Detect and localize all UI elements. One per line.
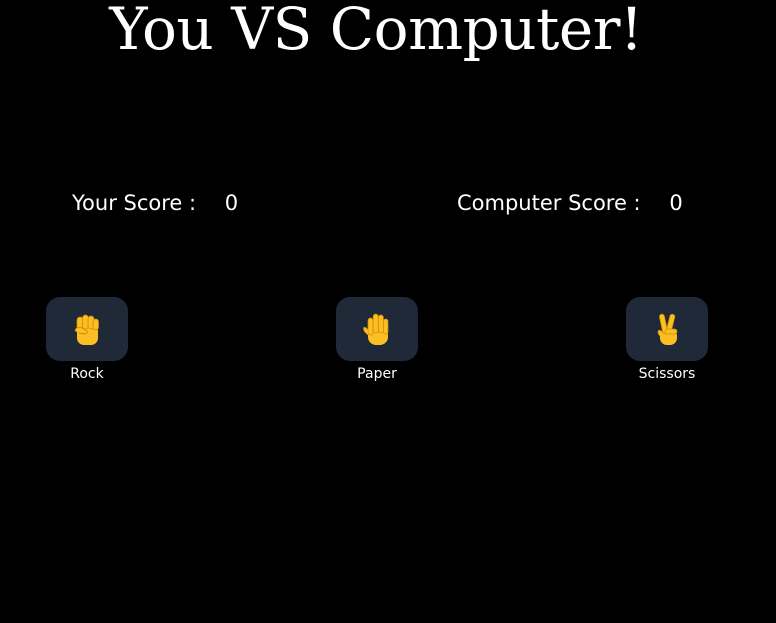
raised-hand-icon bbox=[357, 309, 397, 349]
raised-fist-icon bbox=[67, 309, 107, 349]
paper-label[interactable]: Paper bbox=[357, 365, 397, 383]
paper-button[interactable] bbox=[336, 297, 418, 361]
scissors-label[interactable]: Scissors bbox=[639, 365, 696, 383]
computer-score: Computer Score : 0 bbox=[457, 186, 683, 220]
victory-hand-icon bbox=[647, 309, 687, 349]
computer-score-label: Computer Score : bbox=[457, 191, 641, 215]
scissors-choice[interactable]: Scissors bbox=[626, 297, 708, 383]
paper-choice[interactable]: Paper bbox=[336, 297, 418, 383]
player-score-label: Your Score : bbox=[72, 191, 197, 215]
page-title: You VS Computer! bbox=[109, 0, 643, 63]
player-score-value: 0 bbox=[224, 191, 239, 215]
rock-choice[interactable]: Rock bbox=[46, 297, 128, 383]
computer-score-value: 0 bbox=[669, 191, 683, 215]
scissors-button[interactable] bbox=[626, 297, 708, 361]
rock-label[interactable]: Rock bbox=[70, 365, 103, 383]
rock-button[interactable] bbox=[46, 297, 128, 361]
player-score: Your Score : 0 bbox=[72, 186, 238, 220]
